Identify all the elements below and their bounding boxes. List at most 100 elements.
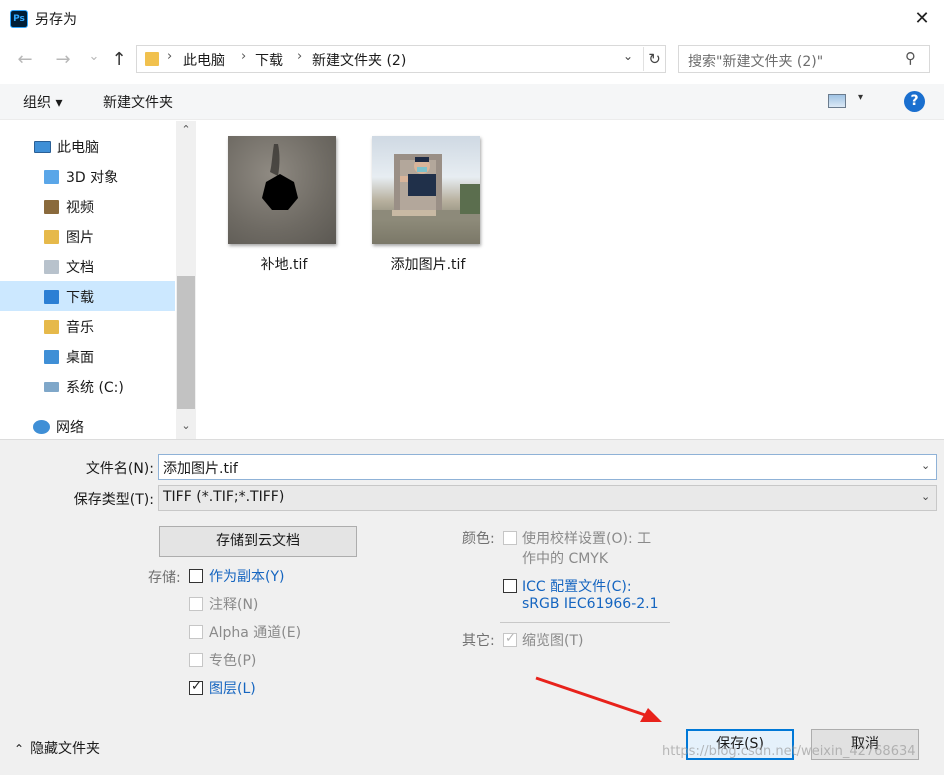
3d-objects-icon: [44, 170, 59, 184]
photo-thumbnail: [372, 136, 480, 244]
downloads-icon: [44, 290, 59, 304]
sidebar-item-downloads[interactable]: 下载: [0, 281, 175, 311]
proof-setup-checkbox: [503, 531, 517, 545]
network-icon: [33, 420, 50, 434]
computer-icon: [34, 141, 51, 153]
view-mode-icon[interactable]: [828, 94, 846, 108]
sidebar-item-pictures[interactable]: 图片: [0, 221, 175, 251]
file-list: 补地.tif 添加图片.tif: [197, 121, 944, 439]
sidebar-item-videos[interactable]: 视频: [0, 191, 175, 221]
breadcrumb-separator: ›: [297, 49, 303, 64]
as-copy-label[interactable]: 作为副本(Y): [209, 566, 284, 586]
sidebar-item-3d-objects[interactable]: 3D 对象: [0, 161, 175, 191]
sidebar-item-label: 下载: [66, 290, 94, 306]
hide-folders-toggle[interactable]: ⌃ 隐藏文件夹: [14, 738, 100, 758]
recent-locations-chevron-icon[interactable]: ⌄: [83, 47, 105, 67]
back-arrow-icon[interactable]: ←: [14, 50, 36, 70]
save-to-cloud-button[interactable]: 存储到云文档: [159, 526, 357, 557]
search-icon[interactable]: ⚲: [905, 49, 916, 67]
refresh-icon[interactable]: ↻: [643, 47, 665, 71]
drive-icon: [44, 382, 59, 392]
sidebar-item-documents[interactable]: 文档: [0, 251, 175, 281]
new-folder-button[interactable]: 新建文件夹: [103, 92, 173, 112]
scrollbar-thumb[interactable]: [177, 276, 195, 409]
pictures-icon: [44, 230, 59, 244]
folder-icon: [145, 52, 159, 66]
divider: [500, 622, 670, 623]
filename-input[interactable]: 添加图片.tif: [163, 458, 238, 478]
thumbnail-label: 缩览图(T): [522, 633, 584, 649]
documents-icon: [44, 260, 59, 274]
breadcrumb-downloads[interactable]: 下载: [255, 50, 283, 70]
sidebar-item-desktop[interactable]: 桌面: [0, 341, 175, 371]
hide-folders-label[interactable]: 隐藏文件夹: [30, 741, 100, 757]
sidebar-item-label: 3D 对象: [66, 170, 119, 186]
filetype-dropdown-icon[interactable]: ⌄: [921, 490, 930, 503]
proof-setup-label: 使用校样设置(O): 工: [522, 531, 652, 547]
navigation-pane: 此电脑 3D 对象 视频 图片 文档 下载 音乐 桌面 系统 (C:) 网络: [0, 121, 196, 439]
storage-label: 存储:: [148, 570, 181, 586]
sidebar-item-this-pc[interactable]: 此电脑: [0, 131, 175, 161]
scroll-up-icon[interactable]: ⌃: [176, 123, 196, 136]
spot-colors-label: 专色(P): [209, 653, 257, 669]
notes-checkbox: [189, 597, 203, 611]
icc-profile-label[interactable]: ICC 配置文件(C):: [522, 576, 632, 596]
help-icon[interactable]: ?: [904, 91, 925, 112]
window-title: 另存为: [35, 12, 77, 28]
sidebar-item-music[interactable]: 音乐: [0, 311, 175, 341]
file-name[interactable]: 补地.tif: [209, 254, 359, 274]
alpha-channels-label: Alpha 通道(E): [209, 625, 302, 641]
color-label: 颜色:: [462, 531, 495, 547]
sidebar-item-label: 图片: [66, 230, 94, 246]
breadcrumb-separator: ›: [167, 49, 173, 64]
sidebar-item-label: 此电脑: [57, 140, 99, 156]
sidebar-item-label: 文档: [66, 260, 94, 276]
file-name[interactable]: 添加图片.tif: [353, 254, 503, 274]
other-label: 其它:: [462, 633, 495, 649]
filename-dropdown-icon[interactable]: ⌄: [921, 459, 930, 472]
icc-profile-value: sRGB IEC61966-2.1: [522, 596, 659, 612]
address-bar[interactable]: › 此电脑 › 下载 › 新建文件夹 (2) ⌄ ↻: [136, 45, 666, 73]
sidebar-item-label: 系统 (C:): [66, 380, 124, 396]
annotation-arrow-icon: [535, 676, 662, 722]
sidebar-item-network[interactable]: 网络: [0, 411, 175, 441]
filetype-value: TIFF (*.TIF;*.TIFF): [163, 489, 285, 505]
sidebar-item-system-c[interactable]: 系统 (C:): [0, 371, 175, 401]
breadcrumb-separator: ›: [241, 49, 247, 64]
view-dropdown-icon[interactable]: ▾: [858, 92, 863, 103]
layers-label[interactable]: 图层(L): [209, 678, 256, 698]
filename-label: 文件名(N):: [85, 461, 154, 477]
breadcrumb-new-folder-2[interactable]: 新建文件夹 (2): [312, 50, 406, 70]
sidebar-item-label: 音乐: [66, 320, 94, 336]
sidebar-item-label: 网络: [56, 420, 84, 436]
proof-setup-label-line2: 作中的 CMYK: [522, 551, 609, 567]
filetype-select[interactable]: TIFF (*.TIF;*.TIFF) ⌄: [158, 485, 937, 511]
desktop-icon: [44, 350, 59, 364]
video-icon: [44, 200, 59, 214]
chevron-up-icon: ⌃: [14, 742, 25, 756]
as-copy-checkbox[interactable]: [189, 569, 203, 583]
watermark-text: https://blog.csdn.net/weixin_42768634: [662, 744, 916, 759]
close-icon[interactable]: ✕: [908, 6, 936, 32]
filetype-label: 保存类型(T):: [73, 492, 154, 508]
breadcrumb-this-pc[interactable]: 此电脑: [183, 50, 225, 70]
forward-arrow-icon[interactable]: →: [52, 50, 74, 70]
nav-pane-scrollbar[interactable]: ⌃ ⌄: [176, 121, 196, 439]
notes-label: 注释(N): [209, 597, 259, 613]
organize-menu-button[interactable]: 组织 ▾: [23, 92, 62, 112]
thumbnail-checkbox: [503, 631, 517, 647]
search-box[interactable]: 搜索"新建文件夹 (2)" ⚲: [678, 45, 930, 73]
save-options-panel: 文件名(N): 添加图片.tif ⌄ 保存类型(T): TIFF (*.TIF;…: [0, 439, 944, 775]
address-dropdown-icon[interactable]: ⌄: [623, 49, 633, 63]
up-arrow-icon[interactable]: ↑: [108, 50, 130, 70]
scroll-down-icon[interactable]: ⌄: [176, 419, 196, 432]
layers-checkbox[interactable]: [189, 679, 203, 695]
filename-field[interactable]: 添加图片.tif ⌄: [158, 454, 937, 480]
sidebar-item-label: 视频: [66, 200, 94, 216]
icc-profile-checkbox[interactable]: [503, 579, 517, 593]
search-input[interactable]: 搜索"新建文件夹 (2)": [688, 51, 823, 71]
title-bar: Ps 另存为 ✕: [0, 0, 944, 38]
alpha-channels-checkbox: [189, 625, 203, 639]
spot-colors-checkbox: [189, 653, 203, 667]
inpaint-thumbnail: [228, 136, 336, 244]
